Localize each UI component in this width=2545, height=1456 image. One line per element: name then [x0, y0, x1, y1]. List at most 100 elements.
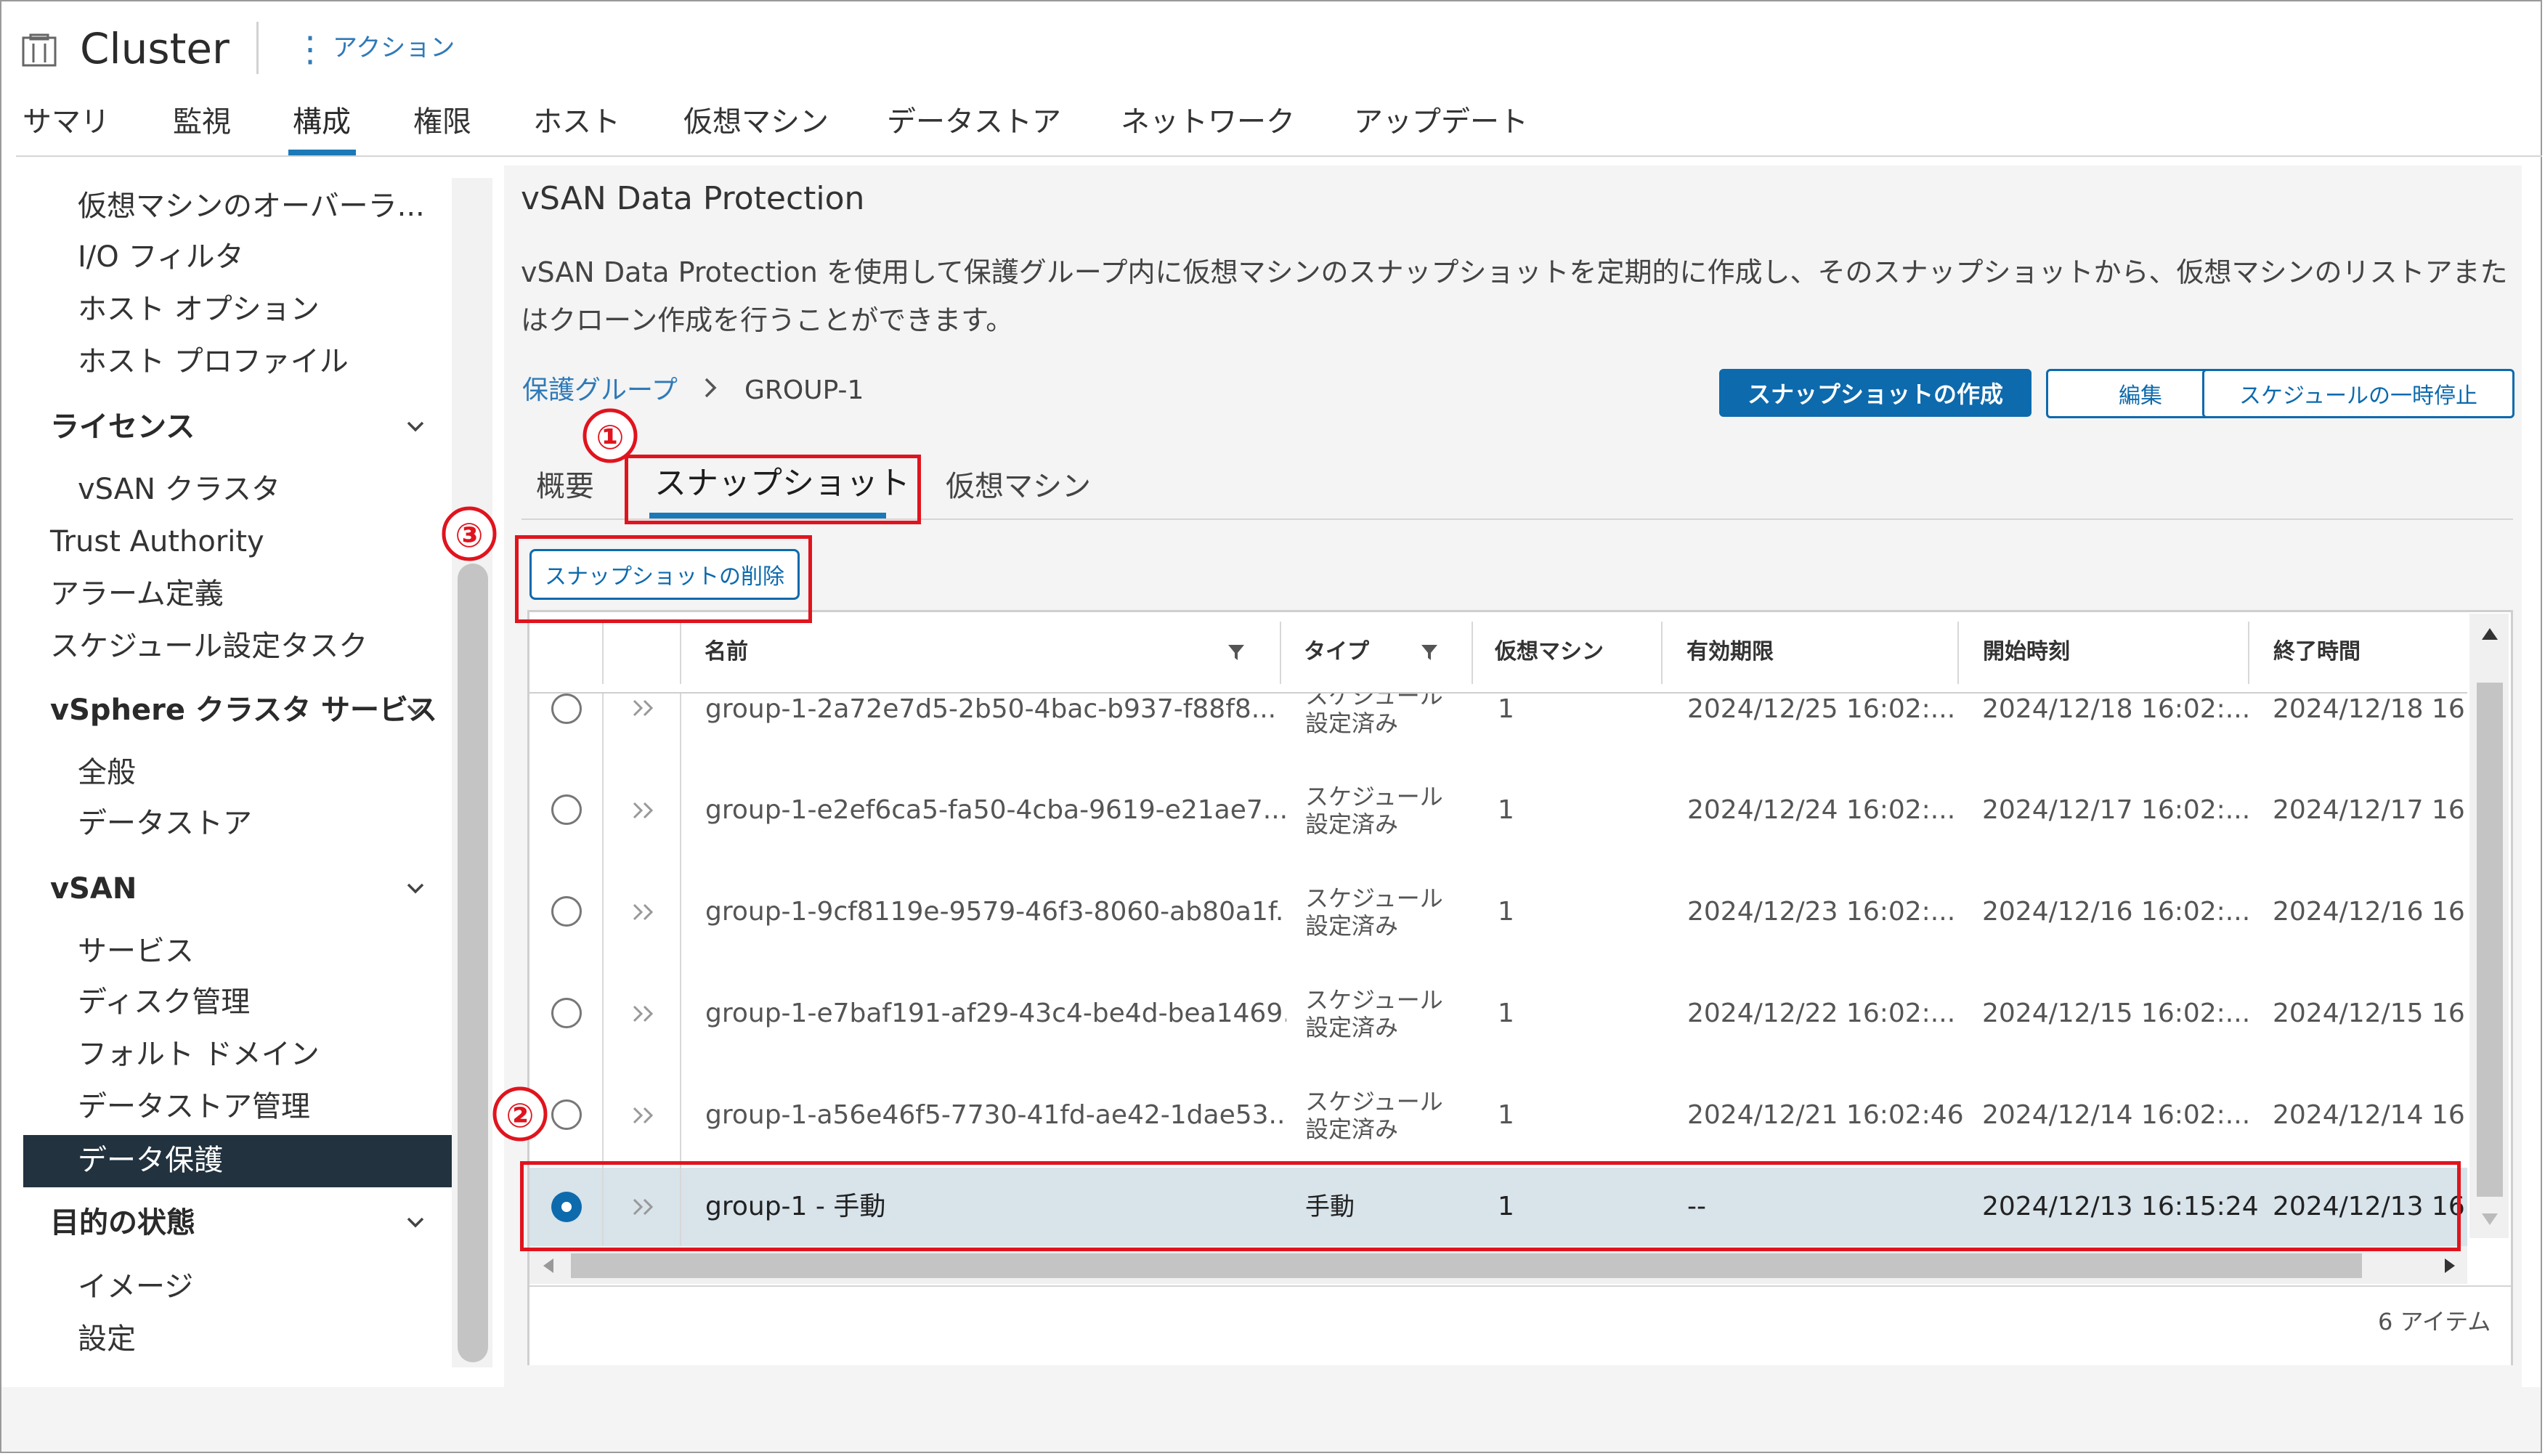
cell-expiry: 2024/12/23 16:02:...	[1687, 897, 1956, 927]
cell-start-time: 2024/12/16 16:02:...	[1982, 897, 2251, 927]
chevron-right-icon	[705, 378, 717, 398]
page-title: Cluster	[80, 24, 230, 73]
table-row[interactable]: group-1-a56e46f5-7730-41fd-ae42-1dae53..…	[529, 1066, 2467, 1169]
sidebar-item-general[interactable]: 全般	[78, 752, 136, 793]
tab-configure[interactable]: 構成	[293, 102, 351, 142]
subtab-overview[interactable]: 概要	[536, 466, 594, 507]
expand-row-icon[interactable]	[631, 1002, 656, 1025]
tab-vms[interactable]: 仮想マシン	[683, 102, 829, 142]
column-header-end-time[interactable]: 終了時間	[2273, 636, 2361, 668]
scroll-left-icon[interactable]	[540, 1256, 556, 1275]
section-description: vSAN Data Protection を使用して保護グループ内に仮想マシンの…	[521, 256, 2508, 336]
sidebar-item-datastores[interactable]: データストア	[78, 803, 252, 844]
sidebar-item-services[interactable]: サービス	[78, 931, 194, 972]
expand-row-icon[interactable]	[631, 696, 656, 720]
tab-networks[interactable]: ネットワーク	[1121, 102, 1295, 142]
column-separator	[1280, 622, 1281, 684]
row-select-radio[interactable]	[551, 1099, 582, 1130]
filter-icon[interactable]	[1420, 642, 1439, 662]
expand-row-icon[interactable]	[631, 799, 656, 822]
cell-end-time: 2024/12/16 16:0...	[2273, 897, 2466, 927]
subtab-vms[interactable]: 仮想マシン	[946, 466, 1091, 507]
sidebar-item-vsan-cluster[interactable]: vSAN クラスタ	[78, 469, 280, 510]
column-header-type[interactable]: タイプ	[1304, 636, 1369, 668]
sidebar-item-host-profile[interactable]: ホスト プロファイル	[78, 341, 349, 382]
tab-monitor[interactable]: 監視	[173, 102, 231, 142]
filter-icon[interactable]	[1227, 642, 1246, 662]
cell-name: group-1-e7baf191-af29-43c4-be4d-bea1469.…	[705, 999, 1286, 1028]
cell-expiry: 2024/12/24 16:02:...	[1687, 795, 1956, 825]
sidebar-item-image[interactable]: イメージ	[78, 1266, 193, 1307]
breadcrumb-parent-link[interactable]: 保護グループ	[522, 370, 678, 411]
expand-row-icon[interactable]	[631, 1104, 656, 1127]
sidebar-scrollbar-thumb[interactable]	[458, 564, 488, 1362]
column-header-expiry[interactable]: 有効期限	[1686, 636, 1774, 668]
chevron-down-icon[interactable]	[405, 699, 426, 720]
cell-vms: 1	[1498, 999, 1514, 1028]
annotation-box-snapshot-tab	[625, 455, 921, 524]
actions-menu[interactable]: アクション	[333, 32, 455, 64]
sidebar-item-settings[interactable]: 設定	[78, 1319, 136, 1359]
scroll-right-icon[interactable]	[2442, 1256, 2458, 1275]
tab-datastores[interactable]: データストア	[887, 102, 1061, 142]
tab-permissions[interactable]: 権限	[413, 102, 471, 142]
chevron-down-icon[interactable]	[405, 1211, 426, 1233]
sidebar-group-vsphere-cluster-services[interactable]: vSphere クラスタ サービス	[50, 690, 437, 731]
row-select-radio[interactable]	[551, 896, 582, 927]
sidebar-item-fault-domains[interactable]: フォルト ドメイン	[78, 1034, 320, 1075]
sidebar-item-disk-management[interactable]: ディスク管理	[78, 982, 250, 1022]
sidebar-group-licensing[interactable]: ライセンス	[50, 407, 195, 447]
sidebar-item-io-filters[interactable]: I/O フィルタ	[78, 237, 244, 277]
create-snapshot-button[interactable]: スナップショットの作成	[1719, 369, 2031, 417]
chevron-down-icon[interactable]	[405, 877, 426, 899]
cell-type: スケジュール設定済み	[1305, 884, 1443, 940]
row-select-radio[interactable]	[551, 794, 582, 825]
sidebar-group-desired-state[interactable]: 目的の状態	[50, 1203, 195, 1243]
table-vertical-scrollbar-thumb[interactable]	[2477, 683, 2503, 1197]
cell-type: スケジュール設定済み	[1305, 986, 1443, 1041]
cell-vms: 1	[1498, 897, 1514, 927]
column-separator	[1472, 622, 1473, 684]
tab-updates[interactable]: アップデート	[1354, 102, 1528, 142]
sidebar-group-vsan[interactable]: vSAN	[50, 869, 137, 909]
column-header-name[interactable]: 名前	[705, 636, 748, 668]
table-row[interactable]: group-1-e2ef6ca5-fa50-4cba-9619-e21ae7..…	[529, 761, 2467, 864]
cell-start-time: 2024/12/18 16:02:...	[1982, 694, 2251, 724]
actions-menu-icon[interactable]: ⋮	[293, 32, 328, 67]
scroll-up-icon[interactable]	[2480, 626, 2500, 642]
cell-vms: 1	[1498, 694, 1514, 724]
sidebar-item-trust-authority[interactable]: Trust Authority	[50, 521, 264, 562]
table-horizontal-scrollbar-thumb[interactable]	[571, 1253, 2362, 1278]
tab-summary[interactable]: サマリ	[23, 102, 110, 142]
row-select-radio[interactable]	[551, 998, 582, 1028]
chevron-down-icon[interactable]	[405, 415, 426, 437]
sidebar-item-scheduled-tasks[interactable]: スケジュール設定タスク	[50, 626, 368, 667]
cell-name: group-1-2a72e7d5-2b50-4bac-b937-f88f8...	[705, 694, 1277, 724]
table-row[interactable]: group-1-9cf8119e-9579-46f3-8060-ab80a1f.…	[529, 863, 2467, 966]
column-separator	[2248, 622, 2249, 684]
row-select-radio[interactable]	[551, 694, 582, 724]
sidebar-item-alarm-definitions[interactable]: アラーム定義	[50, 574, 224, 614]
sidebar-item-datastore-management[interactable]: データストア管理	[78, 1086, 310, 1127]
pause-schedule-button[interactable]: スケジュールの一時停止	[2202, 369, 2514, 418]
tab-hosts[interactable]: ホスト	[533, 102, 620, 142]
sidebar-item-vm-overrides[interactable]: 仮想マシンのオーバーラ...	[78, 186, 425, 227]
sidebar-item-host-options[interactable]: ホスト オプション	[78, 289, 320, 330]
sidebar-item-data-protection[interactable]: データ保護	[78, 1140, 223, 1181]
bottom-status-area	[1, 1387, 2541, 1452]
scroll-down-icon[interactable]	[2480, 1211, 2500, 1227]
cell-end-time: 2024/12/15 16:0...	[2273, 999, 2466, 1028]
expand-row-icon[interactable]	[631, 900, 656, 924]
cell-separator	[602, 761, 604, 863]
table-row[interactable]: group-1-2a72e7d5-2b50-4bac-b937-f88f8...…	[529, 694, 2467, 762]
table-row[interactable]: group-1-e7baf191-af29-43c4-be4d-bea1469.…	[529, 964, 2467, 1067]
cell-expiry: 2024/12/22 16:02:...	[1687, 999, 1956, 1028]
cell-type: スケジュール設定済み	[1305, 694, 1443, 737]
cell-type: スケジュール設定済み	[1305, 1088, 1443, 1143]
column-header-start-time[interactable]: 開始時刻	[1983, 636, 2070, 668]
column-header-vms[interactable]: 仮想マシン	[1495, 636, 1604, 668]
cell-name: group-1-a56e46f5-7730-41fd-ae42-1dae53..…	[705, 1100, 1286, 1130]
cell-vms: 1	[1498, 1100, 1514, 1130]
annotation-box-selected-row	[520, 1161, 2461, 1251]
cell-separator	[680, 1066, 681, 1168]
